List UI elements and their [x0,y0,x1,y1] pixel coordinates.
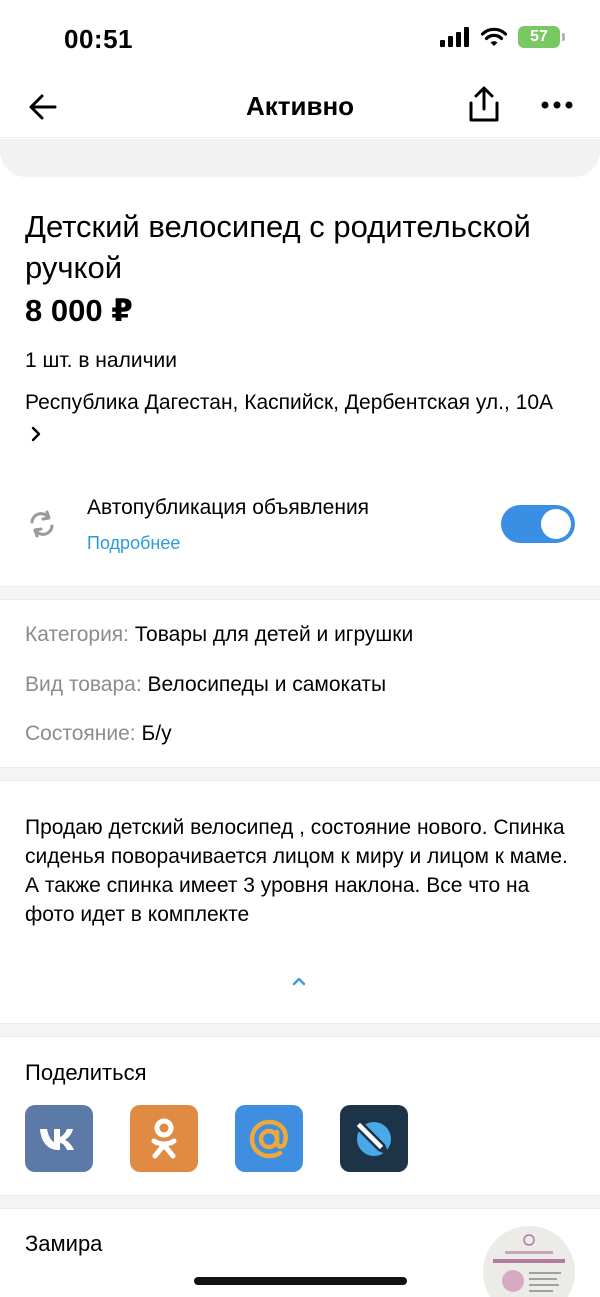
autopublish-row: Автопубликация объявления Подробнее [0,490,600,560]
param-key: Категория: [25,623,130,646]
share-title: Поделиться [25,1060,147,1085]
autopublish-label: Автопубликация объявления [87,496,370,519]
param-key: Состояние: [25,722,136,745]
toggle-knob [541,509,571,539]
share-icon [469,86,499,122]
vk-icon [40,1128,74,1150]
param-category: Категория: Товары для детей и игрушки [25,623,413,647]
repeat-icon [30,510,54,538]
home-indicator [194,1277,407,1285]
battery-level: 57 [530,28,548,45]
wifi-icon [480,27,508,46]
param-product-type: Вид товара: Велосипеды и самокаты [25,673,386,697]
param-value: Б/у [141,722,172,745]
autopublish-details-link[interactable]: Подробнее [87,533,180,554]
cellular-signal-icon [440,27,469,47]
listing-price: 8 000 ₽ [25,293,133,328]
mail-ru-icon [249,1119,288,1158]
share-ok-button[interactable] [130,1105,198,1172]
section-divider [0,586,600,600]
param-value: Товары для детей и игрушки [134,623,414,646]
nav-bar: Активно [0,74,600,138]
address-text: Республика Дагестан, Каспийск, Дербентск… [25,391,554,414]
seller-avatar[interactable] [483,1226,575,1297]
address-link[interactable]: Республика Дагестан, Каспийск, Дербентск… [25,387,565,449]
autopublish-toggle[interactable] [501,505,575,543]
listing-description: Продаю детский велосипед , состояние нов… [25,816,568,926]
more-button[interactable] [538,92,576,118]
param-condition: Состояние: Б/у [25,722,172,746]
listing-title: Детский велосипед с родительской ручкой [25,209,531,285]
param-value: Велосипеды и самокаты [147,673,387,696]
collapse-chevron-up-icon[interactable] [290,974,308,988]
share-button[interactable] [466,86,502,124]
stock-count: 1 шт. в наличии [25,349,177,372]
param-key: Вид товара: [25,673,142,696]
section-divider [0,767,600,781]
odnoklassniki-icon [151,1118,177,1158]
section-divider [0,1195,600,1209]
chevron-right-icon [31,427,41,442]
livejournal-icon [353,1119,391,1156]
share-mailru-button[interactable] [235,1105,303,1172]
avatar-image [483,1226,575,1297]
battery-icon: 57 [518,26,565,48]
status-icons: 57 [440,26,565,48]
share-vk-button[interactable] [25,1105,93,1172]
section-divider [0,1023,600,1037]
seller-name[interactable]: Замира [25,1231,102,1257]
share-buttons [25,1105,408,1172]
status-time: 00:51 [64,24,133,54]
more-dots-icon [541,101,573,109]
share-livejournal-button[interactable] [340,1105,408,1172]
page-title: Активно [245,91,355,121]
photo-gallery-bottom[interactable] [0,139,600,177]
status-bar: 00:51 57 [0,0,600,80]
